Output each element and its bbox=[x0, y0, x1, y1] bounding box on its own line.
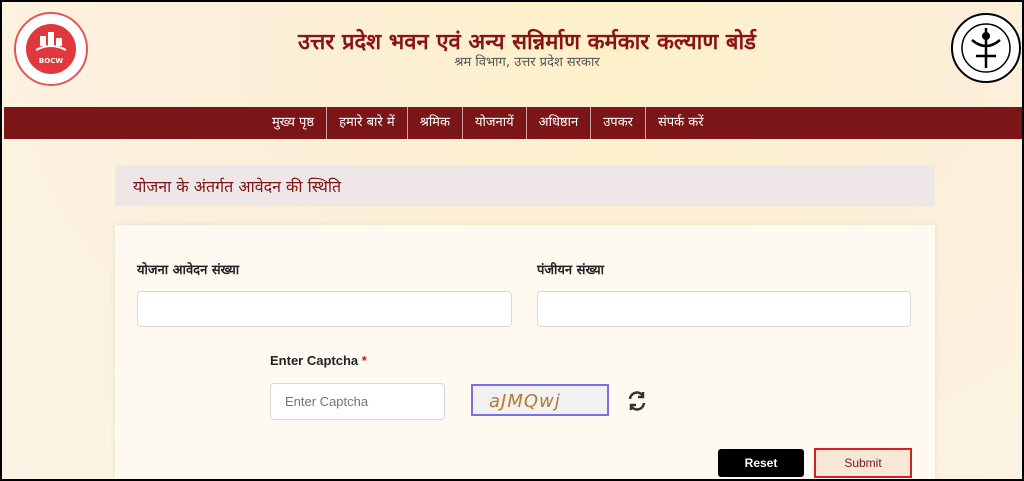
registration-number-input[interactable] bbox=[537, 291, 911, 327]
site-header: BOCW उत्तर प्रदेश भवन एवं अन्य सन्निर्मा… bbox=[2, 2, 1022, 106]
application-number-label: योजना आवेदन संख्या bbox=[137, 263, 240, 278]
registration-number-label: पंजीयन संख्या bbox=[537, 263, 604, 278]
nav-item-establishment[interactable]: अधिष्ठान bbox=[527, 107, 592, 139]
reset-button[interactable]: Reset bbox=[718, 449, 804, 477]
application-number-input[interactable] bbox=[137, 291, 512, 327]
nav-item-schemes[interactable]: योजनायें bbox=[463, 107, 527, 139]
nav-item-about[interactable]: हमारे बारे में bbox=[327, 107, 408, 139]
captcha-image: aJMQwj bbox=[471, 384, 609, 416]
logo-left-label: BOCW bbox=[38, 57, 64, 65]
required-mark: * bbox=[361, 353, 367, 368]
nav-item-contact[interactable]: संपर्क करें bbox=[646, 107, 716, 139]
up-government-seal-icon bbox=[950, 10, 1022, 86]
section-title-bar: योजना के अंतर्गत आवेदन की स्थिति bbox=[115, 165, 935, 206]
captcha-label-text: Enter Captcha bbox=[270, 353, 359, 368]
main-navigation: मुख्य पृष्ठ हमारे बारे में श्रमिक योजनाय… bbox=[4, 107, 1022, 139]
captcha-label: Enter Captcha * bbox=[270, 353, 367, 368]
page-frame: BOCW उत्तर प्रदेश भवन एवं अन्य सन्निर्मा… bbox=[0, 0, 1024, 481]
nav-item-home[interactable]: मुख्य पृष्ठ bbox=[260, 107, 328, 139]
refresh-captcha-icon[interactable] bbox=[626, 390, 648, 412]
site-subtitle: श्रम विभाग, उत्तर प्रदेश सरकार bbox=[454, 55, 600, 70]
bocw-logo: BOCW bbox=[14, 12, 88, 86]
bocw-emblem-icon: BOCW bbox=[26, 24, 76, 74]
nav-item-cess[interactable]: उपकर bbox=[591, 107, 646, 139]
nav-item-workers[interactable]: श्रमिक bbox=[408, 107, 463, 139]
submit-button[interactable]: Submit bbox=[814, 448, 912, 478]
section-title: योजना के अंतर्गत आवेदन की स्थिति bbox=[133, 177, 342, 196]
captcha-input[interactable] bbox=[270, 383, 445, 420]
captcha-text: aJMQwj bbox=[489, 391, 561, 412]
